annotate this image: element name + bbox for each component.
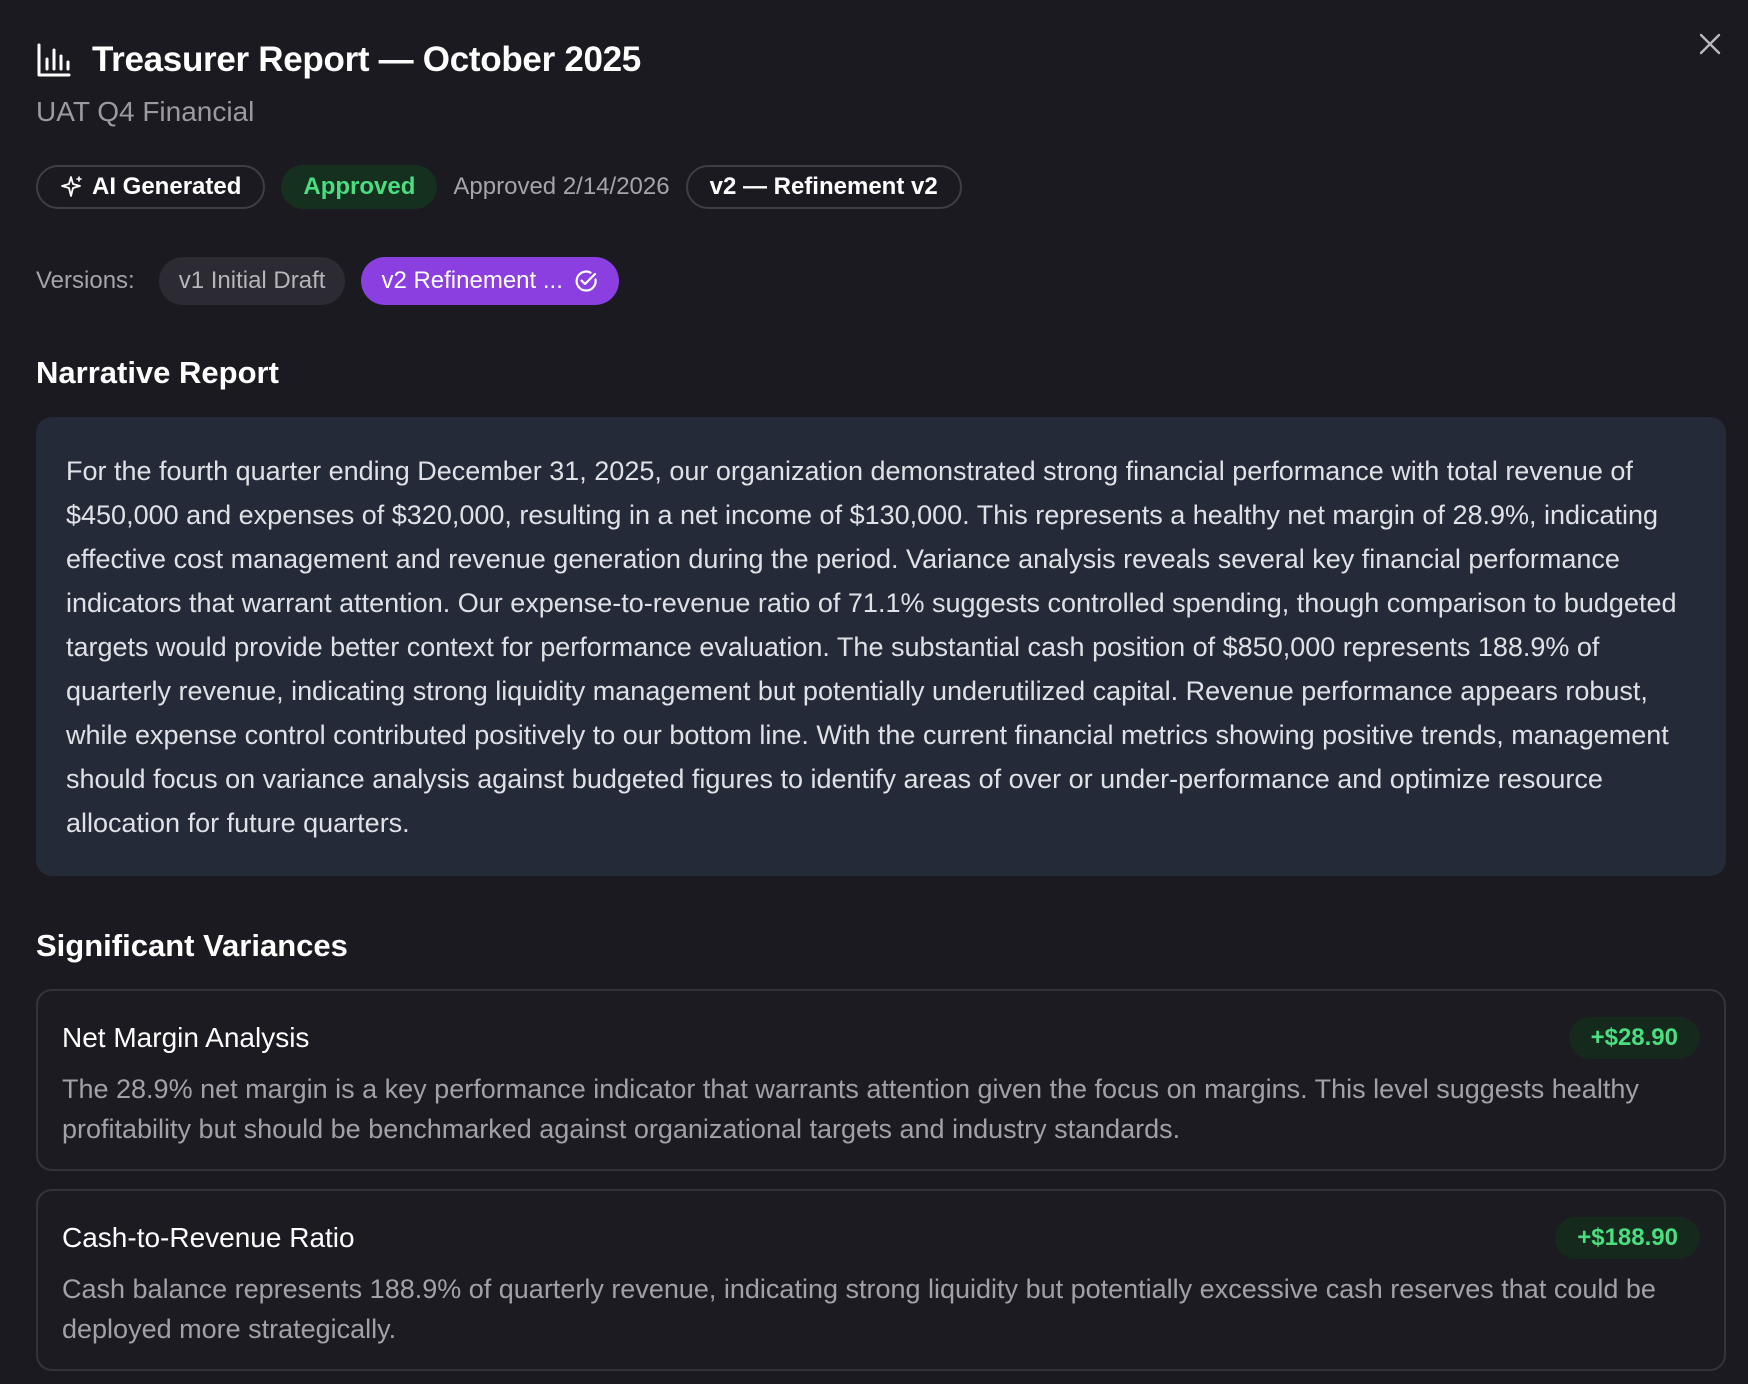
status-badge: Approved [281,165,438,209]
page-title: Treasurer Report — October 2025 [92,40,641,79]
header: Treasurer Report — October 2025 [36,36,641,84]
close-button[interactable] [1690,24,1730,64]
variance-amount-badge: +$188.90 [1555,1217,1700,1259]
variance-description: Cash balance represents 188.9% of quarte… [62,1274,1656,1344]
ai-generated-badge: AI Generated [36,165,266,209]
variance-amount-badge: +$28.90 [1568,1017,1700,1059]
bar-chart-icon [36,41,74,79]
close-icon [1699,33,1721,55]
page-subtitle: UAT Q4 Financial [36,96,255,127]
variance-title: Net Margin Analysis [62,1022,310,1053]
variance-title: Cash-to-Revenue Ratio [62,1222,355,1253]
variance-card: Net Margin Analysis +$28.90 The 28.9% ne… [36,989,1726,1171]
ai-generated-label: AI Generated [92,173,242,200]
check-circle-icon [573,268,599,294]
variance-card: Cash-to-Revenue Ratio +$188.90 Cash bala… [36,1189,1726,1371]
versions-label: Versions: [36,267,135,294]
report-dialog: Treasurer Report — October 2025 UAT Q4 F… [0,0,1748,1384]
status-badges: AI Generated Approved Approved 2/14/2026… [36,165,962,209]
version-badge: v2 — Refinement v2 [685,165,962,209]
versions-selector: Versions: v1 Initial Draft v2 Refinement… [36,257,619,305]
narrative-report: For the fourth quarter ending December 3… [36,417,1726,876]
narrative-heading: Narrative Report [36,355,279,390]
narrative-text: For the fourth quarter ending December 3… [66,456,1677,838]
version-pill-v2[interactable]: v2 Refinement ... [361,257,619,305]
version-pill-label: v1 Initial Draft [178,267,326,294]
version-pill-label: v2 Refinement ... [381,267,563,294]
variance-description: The 28.9% net margin is a key performanc… [62,1074,1639,1144]
sparkle-icon [60,175,84,199]
variances-heading: Significant Variances [36,928,348,963]
approved-date: Approved 2/14/2026 [453,173,670,200]
version-pill-v1[interactable]: v1 Initial Draft [158,257,346,305]
